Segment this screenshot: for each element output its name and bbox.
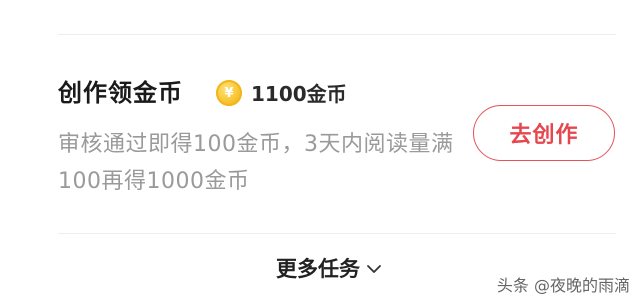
task-title: 创作领金币 [58, 79, 183, 107]
bottom-divider [58, 233, 616, 234]
more-tasks-button[interactable]: 更多任务 [276, 254, 382, 284]
chevron-down-icon [367, 265, 381, 273]
coin-icon: ¥ [216, 80, 242, 106]
go-create-button[interactable]: 去创作 [473, 105, 615, 161]
task-description: 审核通过即得100金币，3天内阅读量满100再得1000金币 [58, 132, 454, 194]
top-divider [58, 34, 616, 35]
reward-amount: 1100金币 [251, 82, 347, 106]
coin-symbol: ¥ [224, 85, 234, 101]
watermark: 头条 @夜晚的雨滴 [496, 276, 630, 295]
more-tasks-label: 更多任务 [276, 257, 360, 281]
